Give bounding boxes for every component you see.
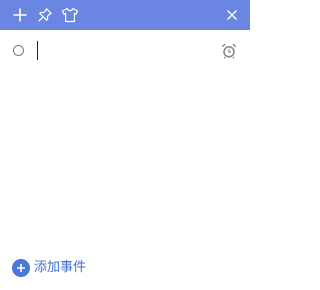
skin-button[interactable] [60, 5, 80, 25]
text-caret [37, 41, 38, 60]
pin-icon [38, 8, 52, 22]
close-icon [227, 10, 237, 20]
add-note-button[interactable] [10, 5, 30, 25]
alarm-clock-icon [221, 43, 237, 59]
event-input[interactable] [36, 40, 206, 62]
event-row [0, 36, 250, 66]
pin-button[interactable] [35, 5, 55, 25]
plus-icon [13, 8, 27, 22]
title-bar [0, 0, 250, 30]
close-button[interactable] [222, 5, 242, 25]
add-event-label: 添加事件 [34, 260, 87, 275]
reminder-button[interactable] [220, 42, 238, 60]
add-event-button[interactable]: 添加事件 [12, 259, 86, 277]
event-complete-checkbox[interactable] [13, 45, 24, 56]
add-circle-icon [12, 259, 30, 277]
shirt-icon [61, 7, 79, 23]
